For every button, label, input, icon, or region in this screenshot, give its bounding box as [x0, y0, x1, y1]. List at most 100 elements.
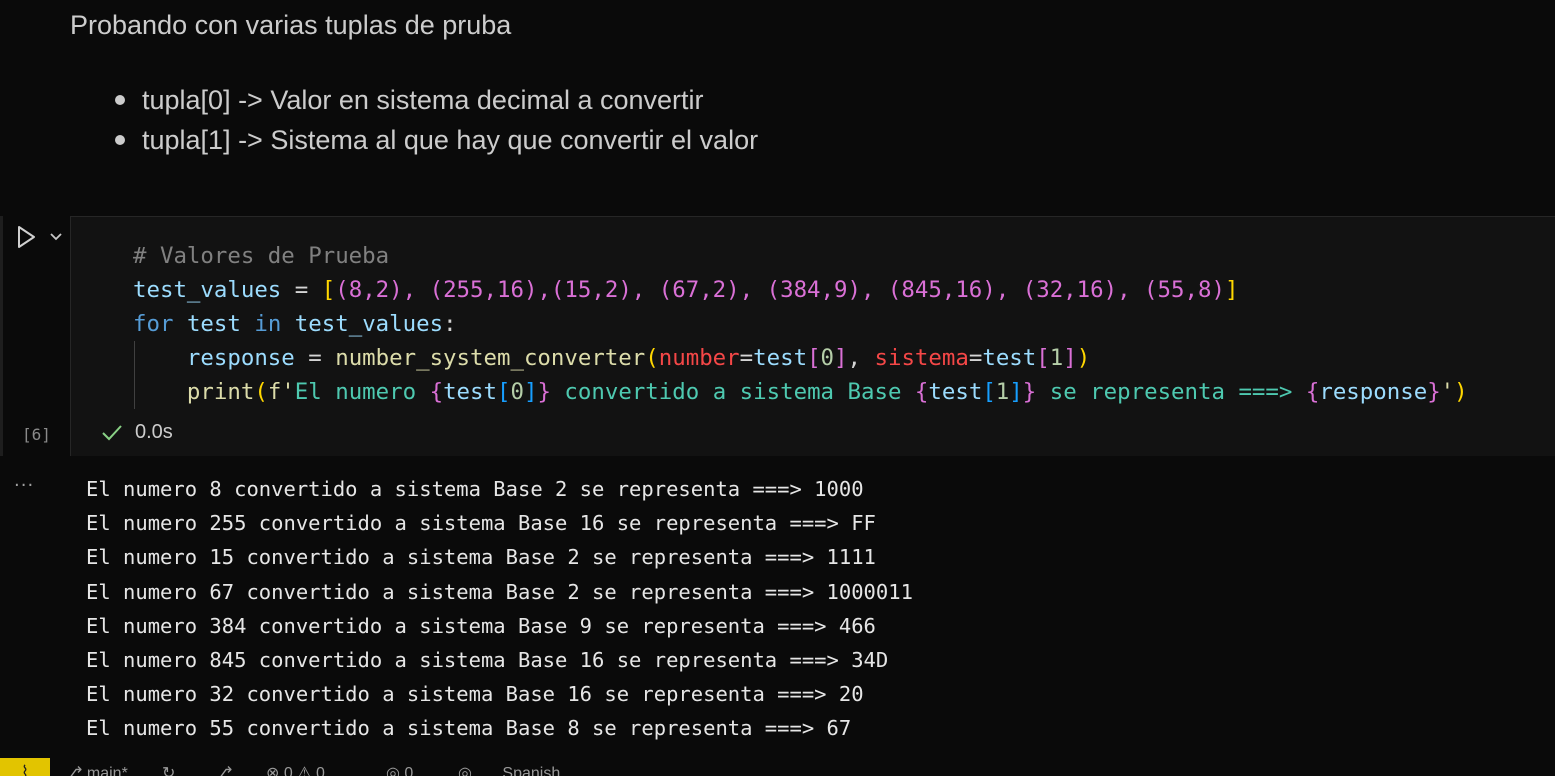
- code-line-4: response = number_system_converter(numbe…: [133, 341, 1468, 375]
- code-token: convertido a sistema Base: [550, 379, 915, 405]
- code-token: [: [321, 277, 336, 303]
- code-token: [: [982, 379, 996, 405]
- code-token: }: [1427, 379, 1441, 405]
- code-token: ]: [834, 345, 848, 371]
- code-token: =: [281, 277, 322, 303]
- code-token: ]: [1224, 277, 1239, 303]
- code-token: se representa ===>: [1036, 379, 1306, 405]
- sync-button[interactable]: ↻: [162, 763, 175, 776]
- code-token: [: [807, 345, 821, 371]
- code-token: 1: [995, 379, 1010, 405]
- code-token: El numero: [294, 379, 430, 405]
- status-bar: ⌇ ⎇ main* ↻ ⎇ ⊗ 0 ⚠ 0 ◎ 0 ◎ Spanish: [0, 758, 1555, 776]
- code-token: 1: [1049, 345, 1064, 371]
- code-line-5: print(f'El numero {test[0]} convertido a…: [133, 375, 1468, 409]
- code-token: :: [443, 311, 457, 337]
- code-token: test: [443, 379, 497, 405]
- code-token: ]: [1063, 345, 1077, 371]
- code-token: (: [254, 379, 268, 405]
- remote-icon: ⌇: [21, 764, 29, 776]
- code-line-2: test_values = [(8,2), (255,16),(15,2), (…: [133, 273, 1468, 307]
- code-line-1: # Valores de Prueba: [133, 239, 1468, 273]
- code-token: ): [1076, 345, 1091, 371]
- code-editor[interactable]: # Valores de Prueba test_values = [(8,2),…: [70, 216, 1555, 456]
- code-token: }: [537, 379, 551, 405]
- code-token: ': [1440, 379, 1455, 405]
- code-token: ): [1454, 379, 1468, 405]
- output-actions-button[interactable]: ...: [14, 470, 34, 491]
- output-line: El numero 845 convertido a sistema Base …: [86, 647, 889, 672]
- check-icon: [102, 424, 122, 440]
- code-token: =: [294, 345, 336, 371]
- code-block: # Valores de Prueba test_values = [(8,2),…: [133, 239, 1468, 409]
- code-token: in: [254, 311, 282, 337]
- output-line: El numero 67 convertido a sistema Base 2…: [86, 579, 913, 604]
- code-token: response: [1319, 379, 1428, 405]
- language-label: Spanish: [502, 765, 561, 776]
- code-token: {: [429, 379, 444, 405]
- code-token: [: [497, 379, 511, 405]
- cell-output: El numero 8 convertido a sistema Base 2 …: [86, 472, 913, 746]
- remote-indicator[interactable]: ⌇: [0, 758, 50, 776]
- run-options-button[interactable]: [46, 228, 66, 246]
- code-token: ,: [847, 345, 875, 371]
- code-token: =: [739, 345, 754, 371]
- execution-count: [6]: [22, 425, 51, 444]
- code-token: test: [186, 311, 241, 337]
- output-line: El numero 32 convertido a sistema Base 1…: [86, 682, 864, 707]
- code-line-3: for test in test_values:: [133, 307, 1468, 341]
- code-token: 0: [820, 345, 835, 371]
- ports-status[interactable]: ◎ 0: [386, 763, 413, 776]
- code-token: ]: [1009, 379, 1023, 405]
- error-icon: ⊗: [266, 765, 280, 776]
- code-token: test_values: [133, 277, 282, 303]
- markdown-bullet-list: tupla[0] -> Valor en sistema decimal a c…: [112, 80, 758, 160]
- output-line: El numero 255 convertido a sistema Base …: [86, 511, 876, 536]
- code-token: sistema: [874, 345, 969, 371]
- branch-status[interactable]: ⎇ main*: [64, 763, 128, 776]
- problems-status[interactable]: ⊗ 0 ⚠ 0: [266, 763, 325, 776]
- broadcast-icon: ◎: [386, 765, 400, 776]
- execution-time: 0.0s: [135, 421, 173, 443]
- code-token: {: [1305, 379, 1320, 405]
- output-line: El numero 384 convertido a sistema Base …: [86, 613, 876, 638]
- branch-name: main*: [86, 765, 128, 776]
- globe-icon: ◎: [458, 765, 472, 776]
- output-line: El numero 15 convertido a sistema Base 2…: [86, 545, 876, 570]
- chevron-down-icon: [50, 233, 62, 241]
- code-token: [: [1036, 345, 1050, 371]
- code-token: for: [133, 311, 174, 337]
- code-token: test: [753, 345, 808, 371]
- code-token: number: [658, 345, 740, 371]
- bullet-item: tupla[1] -> Sistema al que hay que conve…: [112, 120, 758, 160]
- publish-button[interactable]: ⎇: [214, 763, 232, 776]
- output-line: El numero 8 convertido a sistema Base 2 …: [86, 477, 864, 501]
- graph-icon: ⎇: [214, 765, 233, 776]
- code-token: response: [186, 345, 295, 371]
- code-token: =: [968, 345, 983, 371]
- code-comment: # Valores de Prueba: [133, 243, 390, 269]
- code-token: test_values: [294, 311, 444, 337]
- code-token: {: [914, 379, 929, 405]
- ports-count: 0: [404, 765, 414, 776]
- code-token: (8,2), (255,16),(15,2), (67,2), (384,9),…: [335, 277, 1225, 303]
- run-cell-button[interactable]: [14, 224, 38, 250]
- play-icon: [18, 226, 35, 248]
- code-token: 0: [510, 379, 524, 405]
- code-token: test: [982, 345, 1037, 371]
- git-branch-icon: ⎇: [64, 765, 83, 776]
- language-status[interactable]: ◎ Spanish: [458, 763, 560, 776]
- markdown-heading: Probando con varias tuplas de pruba: [70, 10, 512, 40]
- bullet-item: tupla[0] -> Valor en sistema decimal a c…: [112, 80, 758, 120]
- cell-focus-indicator: [0, 216, 3, 456]
- code-token: }: [1022, 379, 1037, 405]
- code-token: (: [645, 345, 659, 371]
- code-token: test: [928, 379, 983, 405]
- execution-status: 0.0s: [101, 421, 173, 444]
- problems-count: 0 ⚠ 0: [283, 765, 325, 776]
- output-line: El numero 55 convertido a sistema Base 8…: [86, 716, 852, 741]
- code-token: print: [186, 379, 255, 405]
- code-token: number_system_converter: [335, 345, 646, 371]
- sync-icon: ↻: [162, 765, 176, 776]
- code-token: ]: [523, 379, 538, 405]
